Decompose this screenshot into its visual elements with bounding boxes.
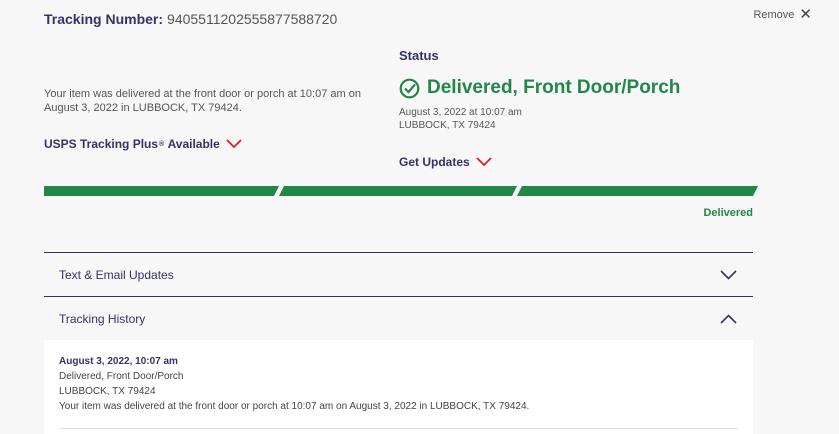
- delivery-summary-text: Your item was delivered at the front doo…: [44, 88, 361, 114]
- status-main: Delivered, Front Door/Porch: [399, 77, 680, 99]
- history-location: LUBBOCK, TX 79424: [59, 386, 156, 397]
- chevron-down-icon: [226, 139, 242, 149]
- status-heading: Status: [399, 48, 439, 63]
- history-status: Delivered, Front Door/Porch: [59, 371, 184, 382]
- tracking-plus-toggle[interactable]: USPS Tracking Plus ® Available: [44, 137, 242, 151]
- get-updates-button[interactable]: Get Updates: [399, 155, 492, 169]
- remove-button[interactable]: Remove ✕: [753, 7, 812, 22]
- progress-segment-3: [517, 186, 758, 196]
- close-icon: ✕: [799, 6, 812, 23]
- chevron-down-icon: [476, 157, 492, 167]
- status-detail: August 3, 2022 at 10:07 am LUBBOCK, TX 7…: [399, 106, 522, 132]
- history-entry: August 3, 2022, 10:07 am Delivered, Fron…: [59, 354, 738, 414]
- progress-bar: [44, 186, 758, 196]
- tracking-history-panel: August 3, 2022, 10:07 am Delivered, Fron…: [44, 340, 753, 434]
- tracking-history-toggle[interactable]: Tracking History: [44, 297, 753, 340]
- get-updates-label: Get Updates: [399, 155, 470, 169]
- tracking-number-label: Tracking Number:: [44, 11, 164, 27]
- chevron-up-icon: [720, 313, 737, 324]
- progress-segment-2: [279, 186, 517, 196]
- status-location: LUBBOCK, TX 79424: [399, 120, 496, 131]
- check-circle-icon: [399, 78, 420, 98]
- status-main-text: Delivered, Front Door/Porch: [427, 77, 681, 98]
- remove-label: Remove: [753, 8, 795, 21]
- tracking-number-value: 9405511202555877588720: [167, 11, 338, 27]
- tracking-plus-suffix: Available: [167, 137, 220, 151]
- tracking-number-row: Tracking Number: 9405511202555877588720: [44, 11, 337, 27]
- progress-segment-1: [44, 186, 279, 196]
- status-date: August 3, 2022 at 10:07 am: [399, 107, 522, 118]
- text-email-updates-label: Text & Email Updates: [59, 267, 174, 282]
- tracking-plus-label: USPS Tracking Plus: [44, 137, 159, 151]
- progress-label: Delivered: [703, 207, 753, 219]
- history-date: August 3, 2022, 10:07 am: [59, 356, 178, 367]
- divider: [59, 428, 738, 429]
- chevron-down-icon: [720, 269, 737, 280]
- tracking-history-label: Tracking History: [59, 311, 146, 326]
- history-detail: Your item was delivered at the front doo…: [59, 401, 530, 412]
- text-email-updates-toggle[interactable]: Text & Email Updates: [44, 253, 753, 296]
- registered-mark: ®: [159, 140, 165, 148]
